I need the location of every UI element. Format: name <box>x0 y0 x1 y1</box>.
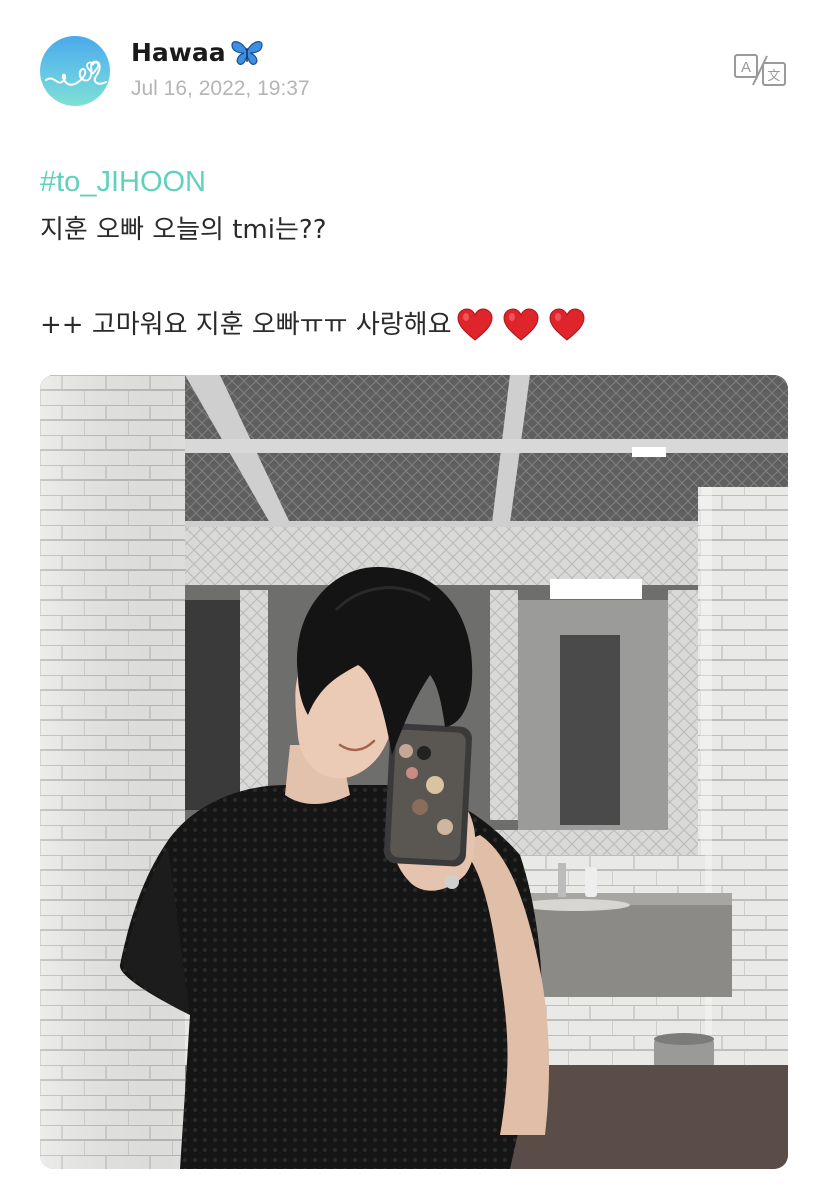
butterfly-icon <box>230 39 264 67</box>
avatar[interactable] <box>40 36 110 106</box>
hearts-group <box>456 307 586 343</box>
translate-button[interactable]: A 文 <box>733 52 787 88</box>
post-timestamp: Jul 16, 2022, 19:37 <box>131 77 310 100</box>
red-heart-icon <box>457 308 493 341</box>
svg-text:A: A <box>741 59 751 76</box>
post-photo[interactable] <box>40 375 788 1169</box>
hashtag-link[interactable]: #to_JIHOON <box>40 165 206 199</box>
post-text-line-1: 지훈 오빠 오늘의 tmi는?? <box>40 215 327 245</box>
author-name[interactable]: Hawaa <box>131 38 264 68</box>
svg-text:文: 文 <box>767 69 780 84</box>
post-text-line-2-text: ++ 고마워요 지훈 오빠ㅠㅠ 사랑해요 <box>40 310 452 340</box>
red-heart-icon <box>549 308 585 341</box>
post-text-line-2: ++ 고마워요 지훈 오빠ㅠㅠ 사랑해요 <box>40 307 586 343</box>
post-card: Hawaa Jul 16, 2022, 19:37 A 文 #to_JIHOON… <box>0 0 827 1186</box>
author-name-text: Hawaa <box>131 38 226 67</box>
translate-icon: A 文 <box>734 54 786 86</box>
mirror-selfie-photo <box>40 375 788 1169</box>
avatar-heart-line-icon <box>45 60 107 86</box>
red-heart-icon <box>503 308 539 341</box>
